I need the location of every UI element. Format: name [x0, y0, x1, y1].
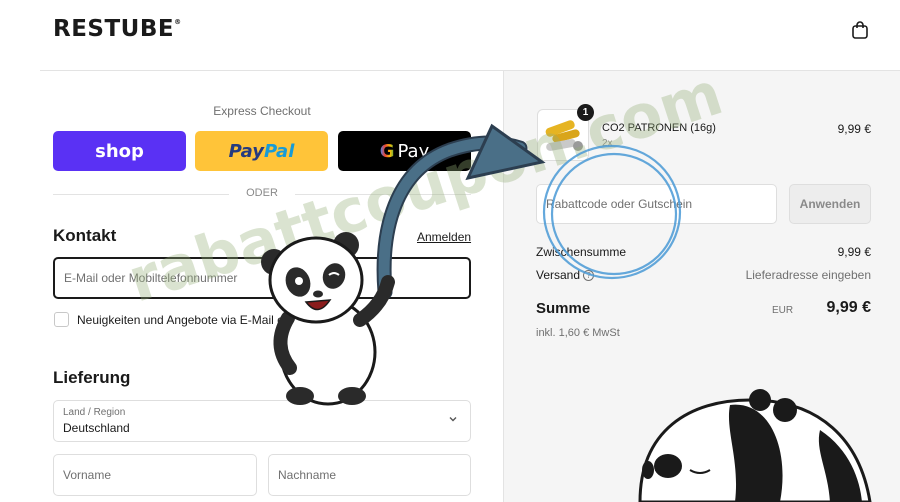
total-label: Summe [536, 300, 591, 317]
apply-discount-button[interactable]: Anwenden [789, 184, 871, 224]
shop-pay-button[interactable]: shop [53, 131, 186, 171]
site-header: RESTUBE® [0, 0, 900, 70]
delivery-heading: Lieferung [53, 368, 131, 387]
country-select[interactable]: Land / Region Deutschland [53, 400, 471, 442]
subtotal-value: 9,99 € [837, 245, 871, 259]
total-value: 9,99 € [826, 299, 871, 316]
restube-logo[interactable]: RESTUBE® [53, 16, 182, 42]
total-currency: EUR [772, 305, 794, 316]
last-name-input[interactable]: Nachname [268, 454, 471, 496]
newsletter-checkbox[interactable] [54, 312, 69, 327]
product-name: CO2 PATRONEN (16g) [602, 122, 716, 134]
shopping-bag-icon[interactable] [850, 20, 870, 40]
shipping-label: Versand [536, 268, 581, 282]
first-name-input[interactable]: Vorname [53, 454, 257, 496]
country-label: Land / Region [63, 407, 126, 418]
discount-code-input[interactable]: Rabattcode oder Gutschein [536, 184, 777, 224]
oder-divider: ODER [53, 187, 471, 199]
google-pay-button[interactable]: G Pay [338, 131, 471, 171]
express-checkout-label: Express Checkout [213, 104, 311, 118]
country-value: Deutschland [63, 421, 130, 435]
login-link[interactable]: Anmelden [417, 230, 471, 244]
shipping-value: Lieferadresse eingeben [745, 268, 871, 282]
product-price: 9,99 € [837, 122, 871, 136]
contact-heading: Kontakt [53, 226, 117, 245]
chevron-down-icon [449, 417, 457, 422]
newsletter-label: Neuigkeiten und Angebote via E-Mail e [77, 313, 284, 327]
google-g-icon: G [379, 140, 395, 162]
shipping-row: Versand? [536, 268, 595, 282]
quantity-badge: 1 [577, 104, 594, 121]
paypal-button[interactable]: Pay Pal [195, 131, 328, 171]
product-quantity: 2x [602, 138, 613, 149]
subtotal-label: Zwischensumme [536, 245, 627, 259]
email-input[interactable]: E-Mail oder Mobiltelefonnummer [53, 257, 471, 299]
tax-note: inkl. 1,60 € MwSt [536, 327, 620, 339]
info-icon[interactable]: ? [583, 270, 595, 282]
